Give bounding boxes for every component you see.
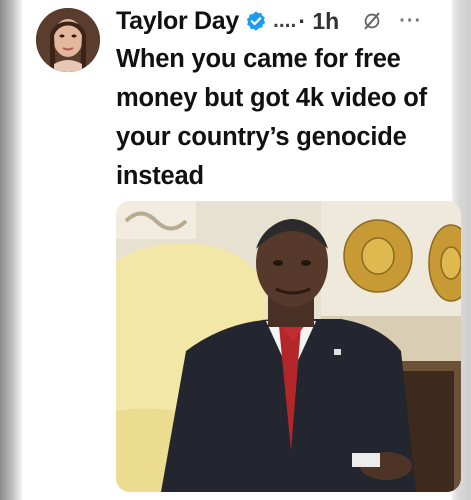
screen-frame: Taylor Day .... · 1h ··· When you came f…	[0, 0, 471, 500]
post-time[interactable]: · 1h	[298, 8, 339, 35]
grok-slash-icon[interactable]	[361, 10, 383, 32]
post-card[interactable]: Taylor Day .... · 1h ··· When you came f…	[22, 0, 461, 500]
post-text: When you came for free money but got 4k …	[116, 45, 427, 190]
post-header: Taylor Day .... · 1h ···	[116, 4, 446, 38]
more-options-icon[interactable]: ···	[399, 10, 422, 33]
avatar[interactable]	[36, 8, 100, 72]
verified-check-icon	[245, 10, 267, 32]
author-handle[interactable]: ....	[273, 9, 296, 33]
author-name[interactable]: Taylor Day	[116, 7, 239, 36]
post-media-image[interactable]	[116, 201, 461, 492]
